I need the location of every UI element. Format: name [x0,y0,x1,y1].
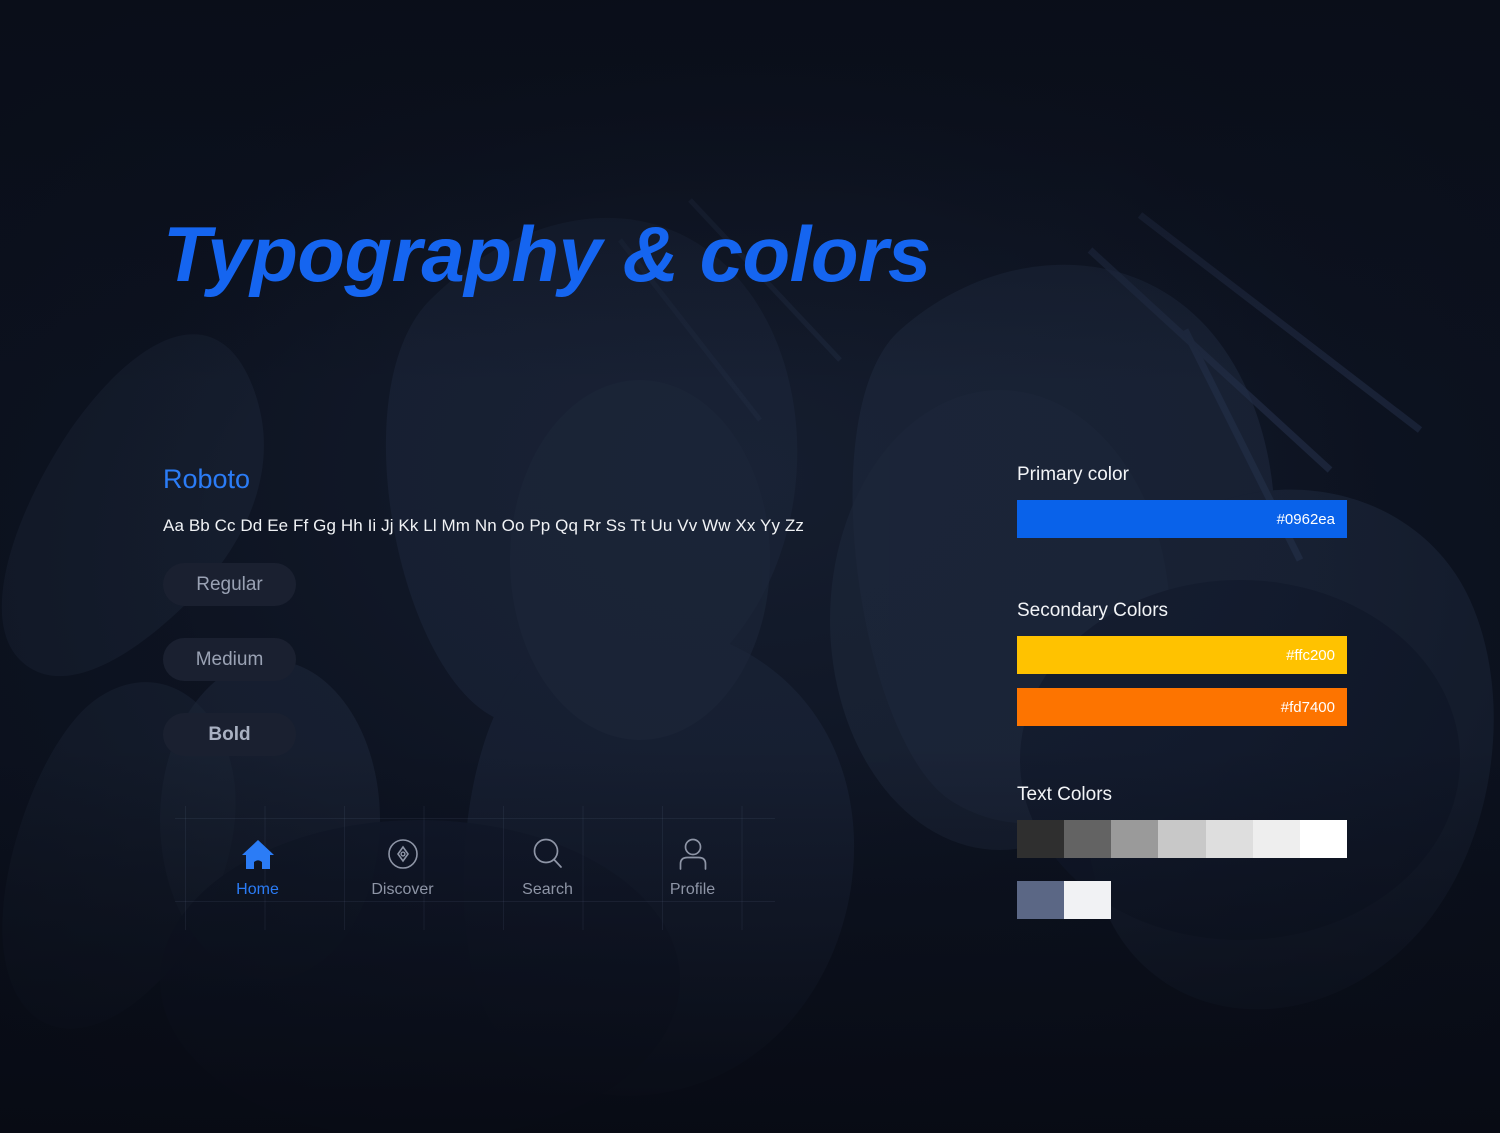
home-icon [241,834,275,874]
text-color-swatch-row1-5[interactable] [1205,820,1253,858]
text-color-swatch-row1-4[interactable] [1158,820,1206,858]
compass-icon [387,834,419,874]
secondary-color-swatch-2[interactable]: #fd7400 [1017,688,1347,726]
person-icon [677,834,709,874]
text-colors-row-2 [1017,881,1112,919]
bottom-navigation-preview: Home Discover Search Profile [175,806,775,930]
text-colors-row-1 [1017,820,1347,858]
nav-label-discover: Discover [371,881,434,898]
font-weight-medium[interactable]: Medium [163,638,296,681]
text-color-swatch-row1-3[interactable] [1111,820,1159,858]
colors-section: Primary color #0962ea Secondary Colors #… [1017,463,1347,919]
secondary-color-hex-1: #ffc200 [1286,646,1335,664]
primary-color-title: Primary color [1017,464,1129,485]
nav-item-profile[interactable]: Profile [620,818,765,918]
nav-item-discover[interactable]: Discover [330,818,475,918]
nav-item-home[interactable]: Home [185,818,330,918]
nav-item-search[interactable]: Search [475,818,620,918]
secondary-colors-title: Secondary Colors [1017,600,1169,621]
text-color-swatch-row1-7[interactable] [1299,820,1347,858]
text-color-swatch-row1-2[interactable] [1064,820,1112,858]
nav-item-list: Home Discover Search Profile [185,818,765,918]
secondary-color-hex-2: #fd7400 [1280,698,1335,716]
text-colors-title: Text Colors [1017,784,1113,805]
nav-label-search: Search [522,881,573,898]
typography-section: Roboto Aa Bb Cc Dd Ee Ff Gg Hh Ii Jj Kk … [163,463,863,788]
font-weight-regular[interactable]: Regular [163,563,296,606]
font-weight-medium-label: Medium [195,648,264,670]
font-weight-regular-label: Regular [196,573,263,595]
nav-label-profile: Profile [669,881,716,898]
font-weight-list: Regular Medium Bold [163,563,863,756]
font-weight-bold[interactable]: Bold [163,713,296,756]
primary-color-swatch[interactable]: #0962ea [1017,500,1347,538]
font-family-name: Roboto [163,464,251,494]
font-weight-bold-label: Bold [208,723,251,745]
primary-color-hex: #0962ea [1276,510,1335,528]
primary-color-group: Primary color #0962ea [1017,463,1347,538]
design-system-board: Typography & colors Roboto Aa Bb Cc Dd E… [0,0,1500,1133]
nav-label-home: Home [236,881,279,898]
secondary-color-swatch-1[interactable]: #ffc200 [1017,636,1347,674]
alphabet-specimen: Aa Bb Cc Dd Ee Ff Gg Hh Ii Jj Kk Ll Mm N… [163,516,804,535]
text-color-swatch-row2-2[interactable] [1064,881,1112,919]
page-title: Typography & colors [163,210,931,298]
secondary-colors-group: Secondary Colors #ffc200 #fd7400 [1017,599,1347,726]
text-color-swatch-row1-6[interactable] [1252,820,1300,858]
text-color-swatch-row2-1[interactable] [1017,881,1065,919]
text-colors-group: Text Colors [1017,783,1347,919]
text-color-swatch-row1-1[interactable] [1017,820,1065,858]
search-icon [531,834,565,874]
